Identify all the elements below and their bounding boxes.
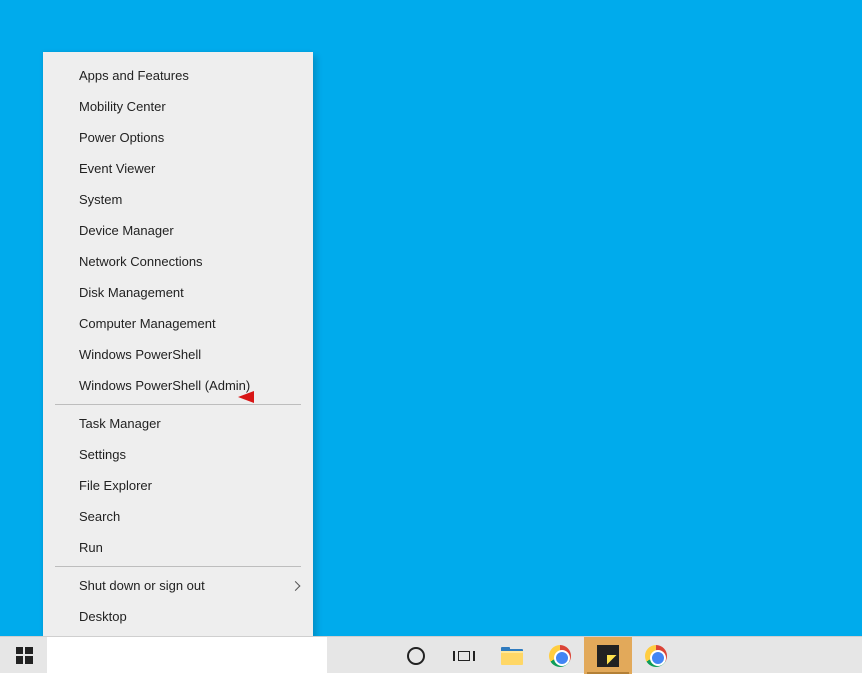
menu-item-desktop[interactable]: Desktop	[43, 601, 313, 632]
menu-item-power-options[interactable]: Power Options	[43, 122, 313, 153]
menu-item-label: Windows PowerShell (Admin)	[79, 378, 250, 393]
task-view-icon	[455, 649, 473, 663]
menu-item-mobility-center[interactable]: Mobility Center	[43, 91, 313, 122]
taskbar-item-sticky-notes[interactable]	[584, 637, 632, 674]
start-button[interactable]	[0, 637, 48, 674]
menu-item-label: Task Manager	[79, 416, 161, 431]
menu-item-label: Settings	[79, 447, 126, 462]
menu-item-label: Disk Management	[79, 285, 184, 300]
menu-item-label: System	[79, 192, 122, 207]
chrome-icon	[549, 645, 571, 667]
menu-item-network-connections[interactable]: Network Connections	[43, 246, 313, 277]
menu-separator	[55, 566, 301, 567]
taskbar-item-chrome[interactable]	[536, 637, 584, 674]
menu-item-label: Network Connections	[79, 254, 203, 269]
cortana-icon	[407, 647, 425, 665]
menu-item-label: Apps and Features	[79, 68, 189, 83]
taskbar-search-area[interactable]	[47, 637, 327, 673]
taskbar-item-chrome-2[interactable]	[632, 637, 680, 674]
taskbar	[0, 636, 862, 673]
menu-item-label: Search	[79, 509, 120, 524]
task-view-button[interactable]	[440, 637, 488, 674]
taskbar-item-file-explorer[interactable]	[488, 637, 536, 674]
cortana-button[interactable]	[392, 637, 440, 674]
menu-item-file-explorer[interactable]: File Explorer	[43, 470, 313, 501]
menu-item-label: Computer Management	[79, 316, 216, 331]
desktop[interactable]: Apps and Features Mobility Center Power …	[0, 0, 862, 673]
menu-item-shut-down-or-sign-out[interactable]: Shut down or sign out	[43, 570, 313, 601]
menu-item-label: Windows PowerShell	[79, 347, 201, 362]
menu-item-apps-and-features[interactable]: Apps and Features	[43, 60, 313, 91]
sticky-notes-icon	[597, 645, 619, 667]
menu-item-windows-powershell-admin[interactable]: Windows PowerShell (Admin)	[43, 370, 313, 401]
taskbar-pinned-apps	[392, 637, 680, 673]
menu-item-system[interactable]: System	[43, 184, 313, 215]
menu-item-computer-management[interactable]: Computer Management	[43, 308, 313, 339]
menu-item-label: Shut down or sign out	[79, 578, 205, 593]
menu-item-event-viewer[interactable]: Event Viewer	[43, 153, 313, 184]
menu-separator	[55, 404, 301, 405]
menu-item-label: File Explorer	[79, 478, 152, 493]
menu-item-label: Desktop	[79, 609, 127, 624]
menu-item-device-manager[interactable]: Device Manager	[43, 215, 313, 246]
menu-item-disk-management[interactable]: Disk Management	[43, 277, 313, 308]
menu-item-windows-powershell[interactable]: Windows PowerShell	[43, 339, 313, 370]
menu-item-settings[interactable]: Settings	[43, 439, 313, 470]
menu-item-label: Power Options	[79, 130, 164, 145]
menu-item-label: Mobility Center	[79, 99, 166, 114]
menu-item-label: Device Manager	[79, 223, 174, 238]
menu-item-task-manager[interactable]: Task Manager	[43, 408, 313, 439]
winx-context-menu: Apps and Features Mobility Center Power …	[43, 52, 313, 638]
menu-item-label: Event Viewer	[79, 161, 155, 176]
menu-item-run[interactable]: Run	[43, 532, 313, 563]
menu-item-label: Run	[79, 540, 103, 555]
chrome-icon	[645, 645, 667, 667]
menu-item-search[interactable]: Search	[43, 501, 313, 532]
file-explorer-icon	[501, 647, 523, 665]
windows-logo-icon	[16, 647, 33, 664]
